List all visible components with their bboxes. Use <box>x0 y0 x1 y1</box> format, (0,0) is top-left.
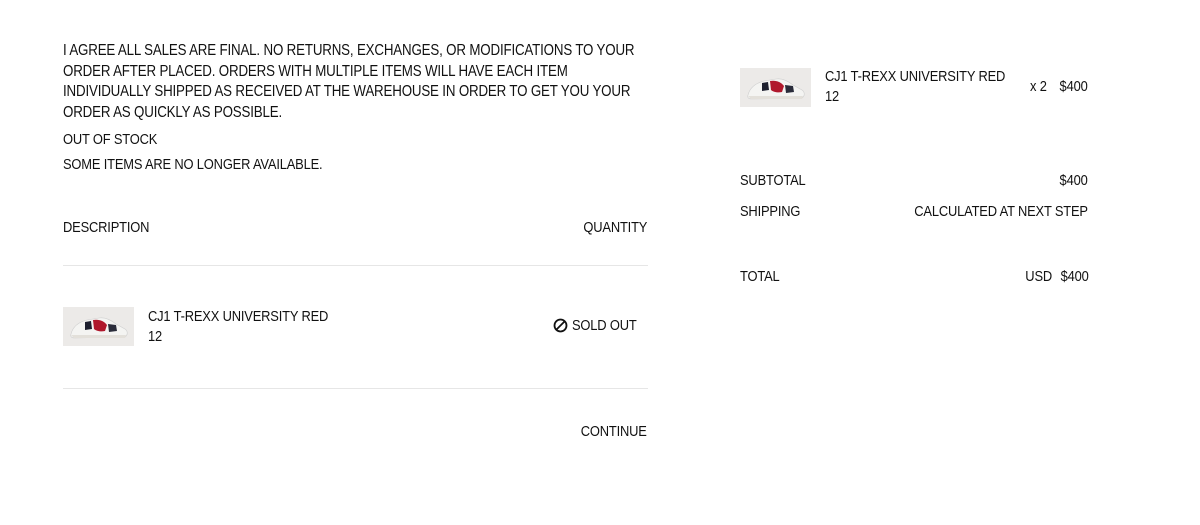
continue-button[interactable]: CONTINUE <box>570 423 647 440</box>
terms-agreement-text: I AGREE ALL SALES ARE FINAL. NO RETURNS,… <box>63 42 635 121</box>
divider <box>63 265 648 266</box>
prohibited-icon <box>553 318 568 333</box>
shipping-value: CALCULATED AT NEXT STEP <box>914 203 1088 220</box>
out-of-stock-message: SOME ITEMS ARE NO LONGER AVAILABLE. <box>63 156 323 173</box>
currency-code: USD <box>1025 268 1053 285</box>
description-column-header: DESCRIPTION <box>63 219 150 236</box>
summary-item-size: 12 <box>825 88 840 105</box>
summary-product-thumbnail <box>740 68 811 107</box>
out-of-stock-title: OUT OF STOCK <box>63 131 158 148</box>
sneaker-image <box>63 307 134 346</box>
cart-item-name: CJ1 T-REXX UNIVERSITY RED <box>148 308 329 325</box>
subtotal-label: SUBTOTAL <box>740 172 806 189</box>
summary-item-quantity: x 2 <box>1030 78 1047 95</box>
sneaker-image <box>740 68 811 107</box>
shipping-label: SHIPPING <box>740 203 801 220</box>
total-value: USD $400 <box>1015 268 1090 285</box>
product-thumbnail <box>63 307 134 346</box>
divider <box>63 388 648 389</box>
summary-item-price: $400 <box>1059 78 1088 95</box>
subtotal-value: $400 <box>1059 172 1088 189</box>
total-label: TOTAL <box>740 268 780 285</box>
total-amount: $400 <box>1060 268 1089 285</box>
cart-item-size: 12 <box>148 328 163 345</box>
summary-item-name: CJ1 T-REXX UNIVERSITY RED <box>825 68 1006 85</box>
quantity-column-header: QUANTITY <box>583 219 647 236</box>
sold-out-label: SOLD OUT <box>571 317 637 334</box>
sold-out-status: SOLD OUT <box>553 317 647 334</box>
